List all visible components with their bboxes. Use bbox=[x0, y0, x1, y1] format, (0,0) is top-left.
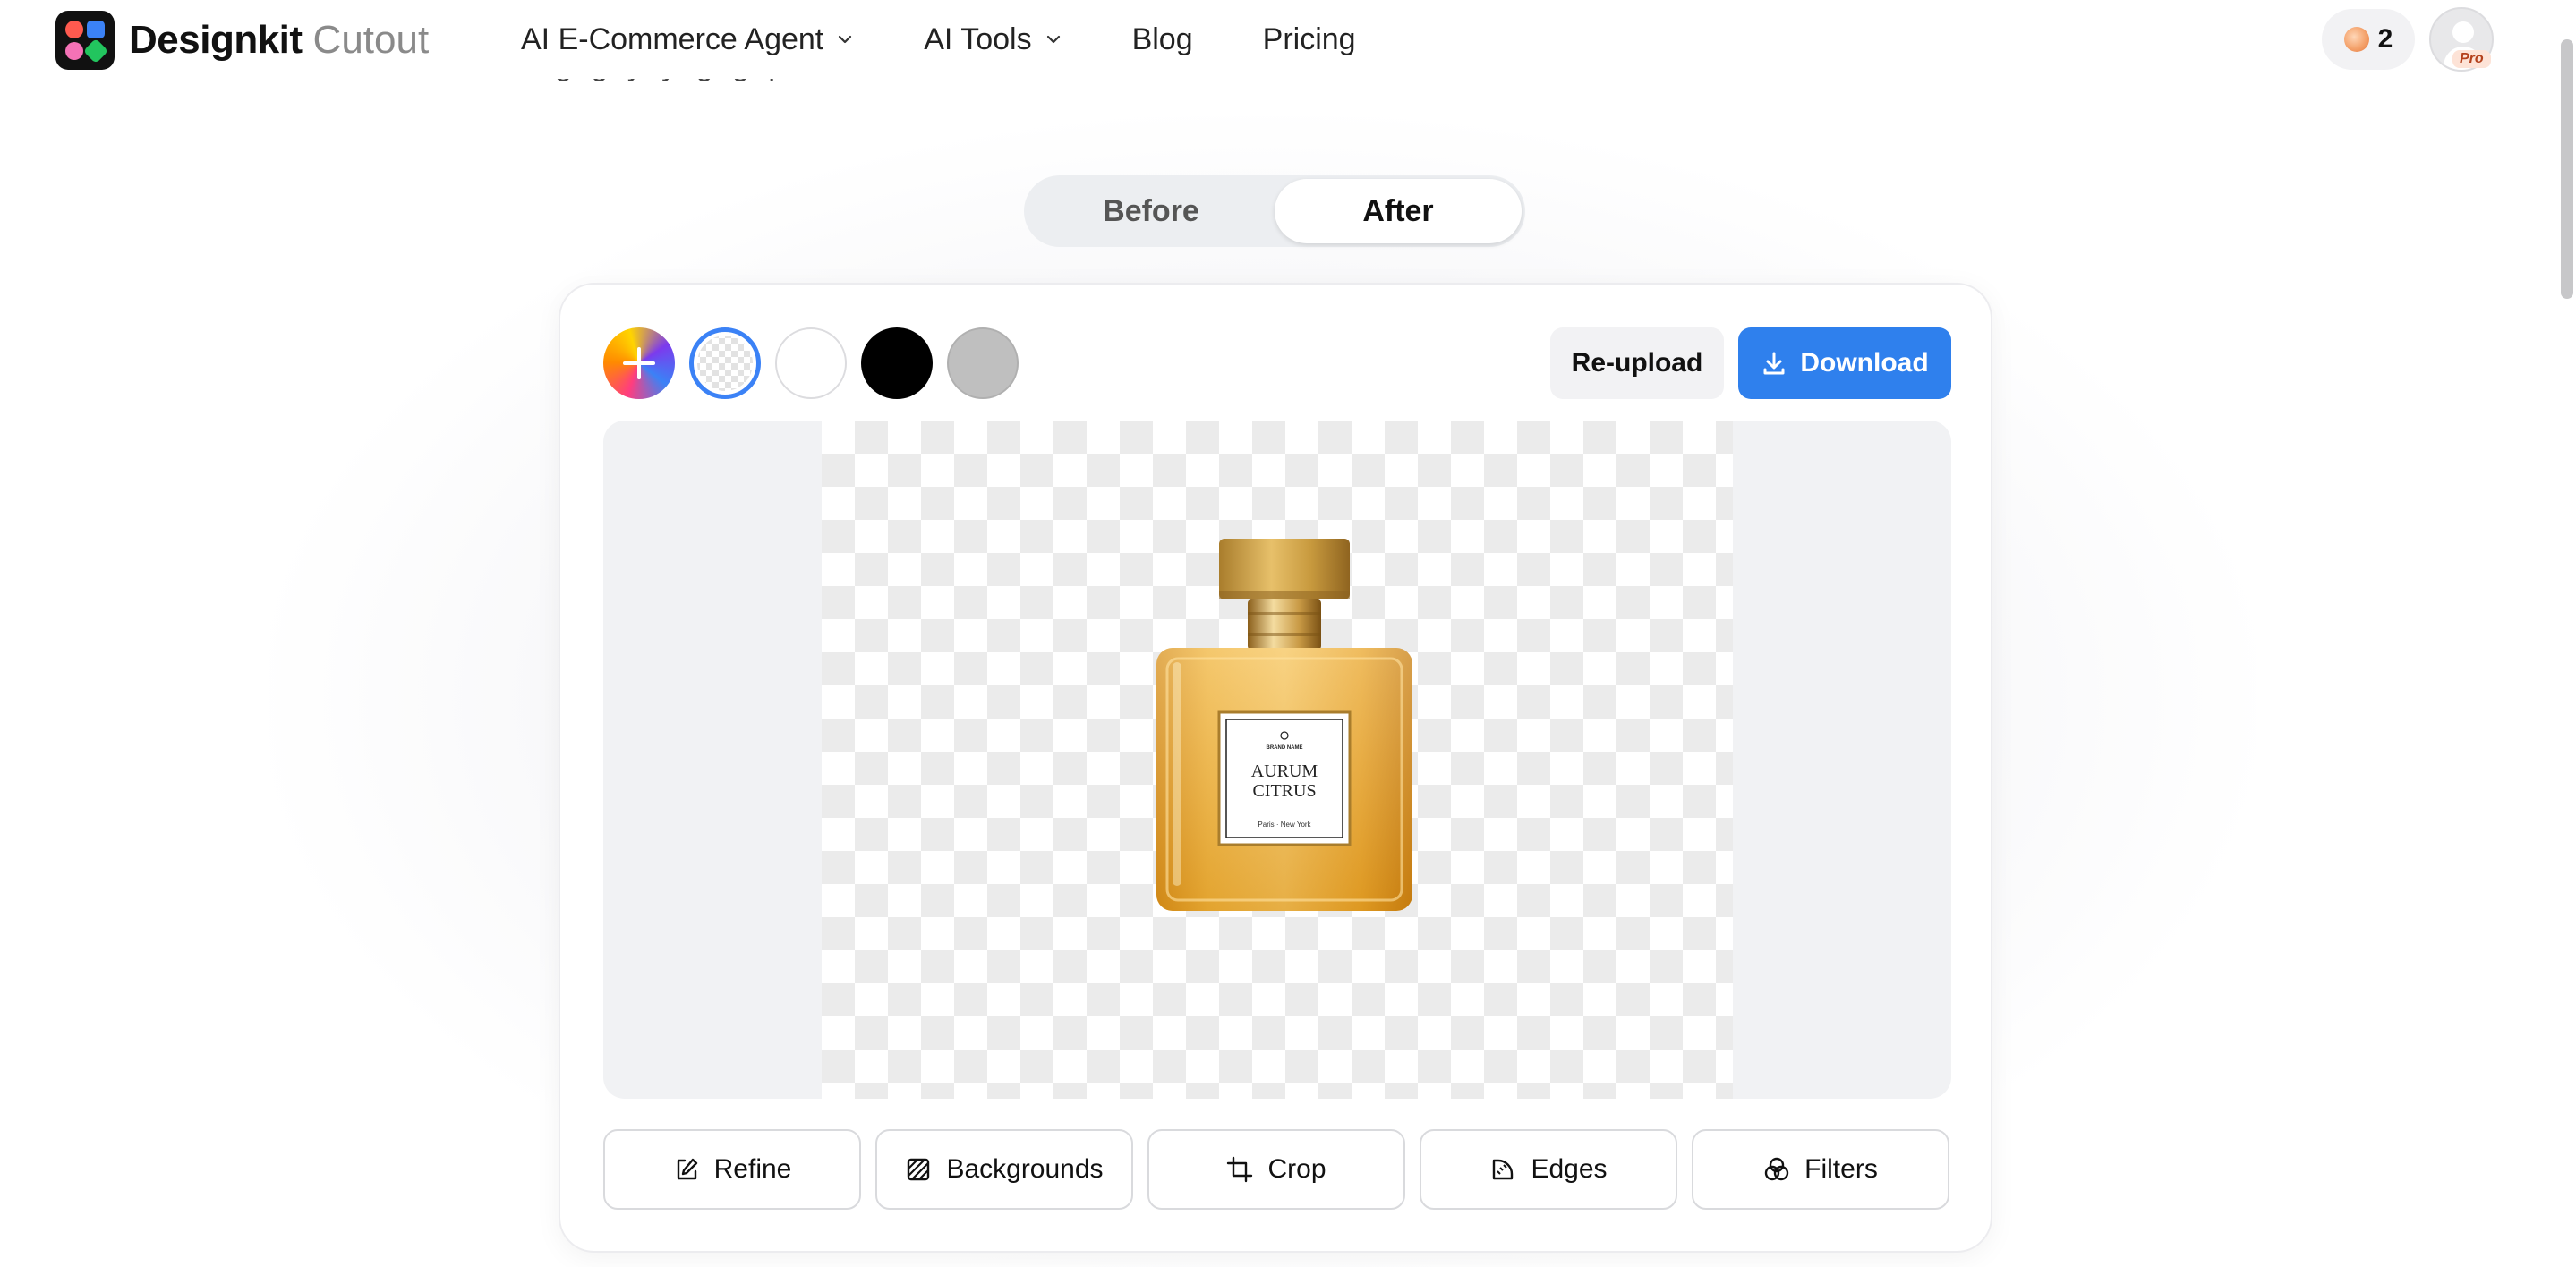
label-brand-small: BRAND NAME bbox=[1267, 745, 1303, 751]
toggle-after[interactable]: After bbox=[1275, 179, 1522, 243]
editor-card: Re-upload Download BRAND NAME AURUM CITR… bbox=[559, 283, 1992, 1253]
before-after-toggle: Before After bbox=[1024, 175, 1525, 247]
main-nav: AI E-Commerce Agent AI Tools Blog Pricin… bbox=[521, 18, 1426, 61]
gray-swatch[interactable] bbox=[947, 327, 1019, 399]
nav-blog[interactable]: Blog bbox=[1132, 18, 1193, 61]
brand-logo[interactable]: Designkit Cutout bbox=[55, 11, 429, 70]
chevron-down-icon bbox=[1046, 35, 1060, 44]
nav-ai-ecommerce-agent[interactable]: AI E-Commerce Agent bbox=[521, 18, 854, 61]
custom-color-swatch[interactable] bbox=[603, 327, 675, 399]
top-nav-bar: Designkit Cutout AI E-Commerce Agent AI … bbox=[0, 0, 2560, 79]
label-name-line1: AURUM bbox=[1251, 761, 1318, 781]
credit-coin-icon bbox=[2343, 27, 2369, 52]
editor-toolbar: Refine Backgrounds Crop Edges Filters bbox=[603, 1129, 1949, 1210]
plus-icon bbox=[623, 347, 655, 379]
chevron-down-icon bbox=[839, 35, 852, 44]
white-swatch[interactable] bbox=[775, 327, 847, 399]
preview-canvas[interactable]: BRAND NAME AURUM CITRUS Paris · New York bbox=[603, 421, 1951, 1099]
black-swatch[interactable] bbox=[861, 327, 933, 399]
designkit-logo-icon bbox=[55, 11, 115, 70]
edges-button[interactable]: Edges bbox=[1420, 1129, 1677, 1210]
transparent-swatch[interactable] bbox=[689, 327, 761, 399]
pro-badge: Pro bbox=[2452, 50, 2491, 68]
label-origin: Paris · New York bbox=[1258, 821, 1311, 829]
download-button[interactable]: Download bbox=[1738, 327, 1951, 399]
brand-product: Cutout bbox=[312, 18, 430, 62]
download-icon bbox=[1763, 352, 1785, 375]
label-name-line2: CITRUS bbox=[1252, 781, 1316, 801]
refine-button[interactable]: Refine bbox=[603, 1129, 861, 1210]
brand-name: Designkit bbox=[129, 18, 303, 62]
scrollbar-thumb[interactable] bbox=[2561, 39, 2573, 299]
filters-icon bbox=[1764, 1157, 1789, 1181]
toggle-before[interactable]: Before bbox=[1028, 179, 1275, 243]
perfume-bottle-image: BRAND NAME AURUM CITRUS Paris · New York bbox=[1156, 539, 1412, 911]
reupload-button[interactable]: Re-upload bbox=[1550, 327, 1724, 399]
crop-icon bbox=[1227, 1156, 1253, 1183]
nav-ai-tools[interactable]: AI Tools bbox=[924, 18, 1062, 61]
backgrounds-button[interactable]: Backgrounds bbox=[875, 1129, 1133, 1210]
background-swatches bbox=[603, 327, 1033, 399]
credits-counter[interactable]: 2 bbox=[2322, 9, 2415, 70]
hatch-icon bbox=[908, 1158, 930, 1181]
edges-icon bbox=[1493, 1159, 1514, 1180]
edit-icon bbox=[677, 1158, 697, 1180]
crop-button[interactable]: Crop bbox=[1147, 1129, 1405, 1210]
nav-pricing[interactable]: Pricing bbox=[1263, 18, 1356, 61]
filters-button[interactable]: Filters bbox=[1692, 1129, 1949, 1210]
